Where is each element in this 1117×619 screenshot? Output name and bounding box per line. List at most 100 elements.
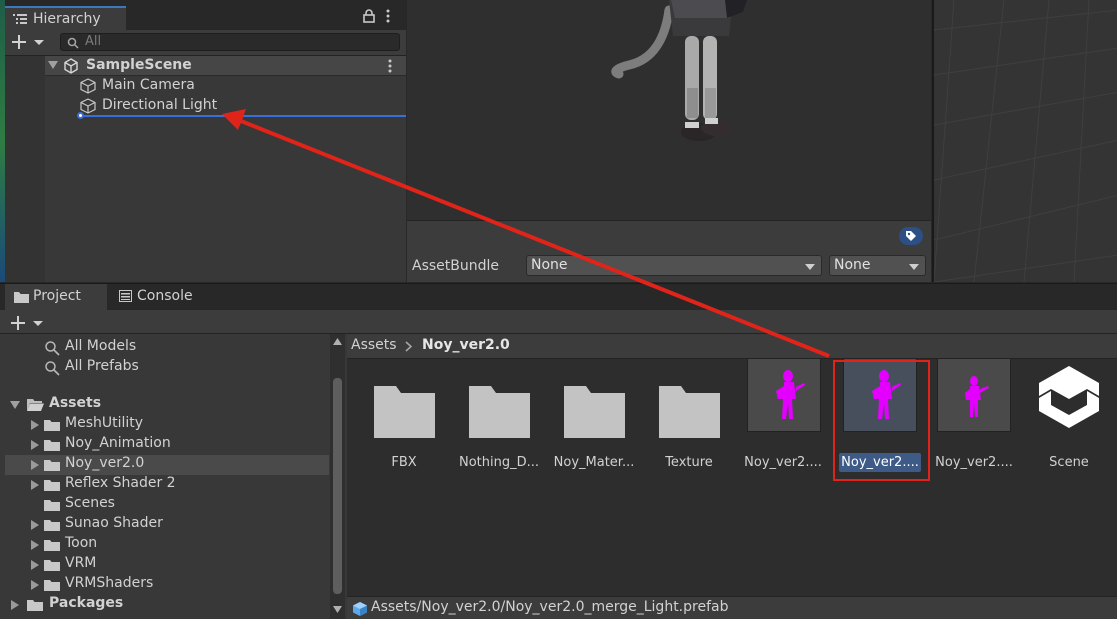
tree-item-reflex-shader[interactable]: Reflex Shader 2 [28,475,328,495]
asset-scene[interactable] [1031,360,1107,440]
perspective-grid [934,0,1117,282]
asset-label-button[interactable] [899,227,923,245]
asset-folder-materials[interactable] [561,366,627,466]
folder-icon [44,540,60,551]
folder-icon [44,560,60,571]
tree-item-scenes[interactable]: Scenes [28,495,328,515]
asset-label: Scene [1049,455,1089,470]
search-icon [67,37,79,49]
tree-item-label: Assets [49,395,102,411]
hierarchy-item-directional-light[interactable]: Directional Light [77,96,406,116]
tree-item-vrmshaders[interactable]: VRMShaders [28,575,328,595]
collapse-arrow-icon[interactable] [31,520,39,530]
highlight-box [833,360,930,481]
selected-asset-path-bar: Assets/Noy_ver2.0/Noy_ver2.0_merge_Light… [347,596,1117,619]
tree-item-noy-animation[interactable]: Noy_Animation [28,435,328,455]
tree-item-toon[interactable]: Toon [28,535,328,555]
collapse-arrow-icon[interactable] [11,600,19,610]
scene-grid-view[interactable] [932,0,1117,282]
folder-icon [469,386,530,438]
tree-item-label: Toon [65,535,98,551]
asset-folder-fbx[interactable] [371,366,437,466]
collapse-arrow-icon[interactable] [31,460,39,470]
tab-console-label: Console [137,288,193,304]
asset-bundle-value: None [531,257,568,273]
scene-row[interactable]: SampleScene [45,56,406,76]
asset-prefab-3[interactable] [937,358,1011,432]
breadcrumb-assets[interactable]: Assets [351,337,397,353]
collapse-arrow-icon[interactable] [31,440,39,450]
more-options-icon[interactable] [386,9,390,23]
gameobject-cube-icon [80,78,96,94]
asset-bundle-variant-dropdown[interactable]: None [829,255,926,276]
scroll-up-icon[interactable] [333,338,342,345]
tab-console[interactable]: Console [110,284,220,310]
hierarchy-tab-bar: Hierarchy [5,0,406,30]
expand-arrow-icon[interactable] [48,61,58,70]
asset-prefab-1[interactable] [747,358,821,432]
tab-hierarchy[interactable]: Hierarchy [5,6,126,30]
favorite-label: All Prefabs [65,358,139,374]
tree-item-meshutility[interactable]: MeshUtility [28,415,328,435]
asset-label: Texture [665,455,713,470]
search-icon [45,361,60,376]
asset-label: FBX [391,455,417,470]
tree-item-packages[interactable]: Packages [8,595,328,615]
create-dropdown-button[interactable] [12,34,46,50]
hierarchy-item-label: Main Camera [102,77,195,93]
scroll-down-icon[interactable] [333,606,342,613]
hierarchy-search-input[interactable]: All [60,33,400,51]
breadcrumb-current[interactable]: Noy_ver2.0 [422,337,510,353]
collapse-arrow-icon[interactable] [31,540,39,550]
folder-icon [14,292,29,303]
folder-icon [44,460,60,471]
tree-item-noy-ver2[interactable]: Noy_ver2.0 [28,455,328,475]
asset-labels-bar: AssetBundle None None [407,220,931,282]
scene-options-icon[interactable] [388,59,392,73]
tree-item-label: Sunao Shader [65,515,163,531]
tab-project-label: Project [33,288,81,304]
hierarchy-item-main-camera[interactable]: Main Camera [77,76,406,96]
favorite-all-models[interactable]: All Models [44,338,324,358]
asset-bundle-dropdown[interactable]: None [526,255,822,276]
tab-project[interactable]: Project [5,284,107,310]
chevron-down-icon [805,264,815,270]
search-icon [45,341,60,356]
tree-item-label: Noy_Animation [65,435,171,451]
folder-icon [564,386,625,438]
prefab-cube-icon [353,602,367,616]
tree-item-label: Reflex Shader 2 [65,475,176,491]
asset-browser: Assets Noy_ver2.0 FBX Nothing_D... Noy_M… [347,334,1117,619]
lock-icon[interactable] [363,9,375,23]
tree-item-label: Packages [49,595,124,611]
model-preview-viewport[interactable] [407,0,931,220]
asset-folder-texture[interactable] [656,366,722,466]
tree-item-sunao-shader[interactable]: Sunao Shader [28,515,328,535]
tree-scrollbar[interactable] [330,334,345,619]
folder-icon [659,386,720,438]
tree-item-label: MeshUtility [65,415,144,431]
tree-item-label: VRMShaders [65,575,154,591]
scrollbar-thumb[interactable] [333,378,342,594]
create-asset-dropdown-button[interactable] [11,315,45,331]
folder-icon [44,480,60,491]
project-toolbar [0,310,1117,334]
collapse-arrow-icon[interactable] [31,480,39,490]
expand-arrow-icon[interactable] [10,401,20,410]
folder-icon [374,386,435,438]
tree-item-label: VRM [65,555,97,571]
folder-icon [44,500,60,511]
chevron-right-icon [405,341,412,352]
hierarchy-tab-label: Hierarchy [33,11,101,27]
collapse-arrow-icon[interactable] [31,420,39,430]
asset-folder-nothing[interactable] [466,366,532,466]
folder-icon [44,520,60,531]
tree-item-assets[interactable]: Assets [8,395,328,415]
tree-item-vrm[interactable]: VRM [28,555,328,575]
collapse-arrow-icon[interactable] [31,560,39,570]
folder-icon [44,440,60,451]
search-placeholder: All [85,34,102,49]
project-folder-tree: All Models All Prefabs Assets MeshUtilit… [0,334,345,619]
favorite-all-prefabs[interactable]: All Prefabs [44,358,324,378]
collapse-arrow-icon[interactable] [31,580,39,590]
